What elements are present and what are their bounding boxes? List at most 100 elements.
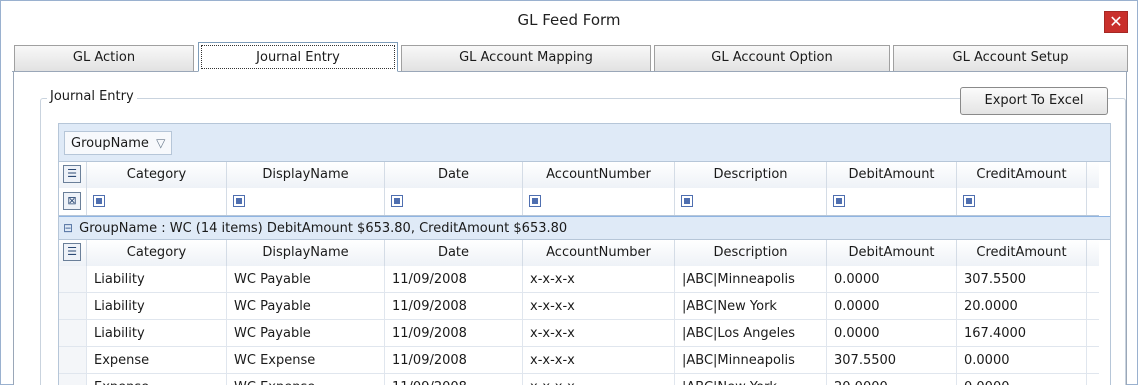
group-chip-label: GroupName xyxy=(71,136,149,151)
title-bar[interactable]: GL Feed Form ✕ xyxy=(1,1,1137,39)
cell-creditamount[interactable]: 307.5500 xyxy=(957,266,1087,292)
group-column-chooser-icon[interactable]: ☰ xyxy=(63,243,81,261)
header-date[interactable]: Date xyxy=(385,162,523,188)
header-creditamount[interactable]: CreditAmount xyxy=(957,162,1087,188)
group-header-debitamount[interactable]: DebitAmount xyxy=(827,240,957,266)
filter-accountnumber[interactable] xyxy=(523,188,675,215)
filter-operator-icon[interactable] xyxy=(391,195,403,207)
header-debitamount[interactable]: DebitAmount xyxy=(827,162,957,188)
table-row[interactable]: Liability WC Payable 11/09/2008 x-x-x-x … xyxy=(59,320,1099,347)
group-header-accountnumber[interactable]: AccountNumber xyxy=(523,240,675,266)
cell-description[interactable]: |ABC|Minneapolis xyxy=(675,266,827,292)
cell-description[interactable]: |ABC|New York xyxy=(675,374,827,385)
cell-accountnumber[interactable]: x-x-x-x xyxy=(523,347,675,373)
group-by-chip-groupname[interactable]: GroupName ▽ xyxy=(64,131,173,155)
cell-displayname[interactable]: WC Expense xyxy=(227,374,385,385)
cell-date[interactable]: 11/09/2008 xyxy=(385,293,523,319)
group-header-corner: ☰ xyxy=(59,240,87,266)
filter-debitamount[interactable] xyxy=(827,188,957,215)
close-icon: ✕ xyxy=(1109,12,1123,31)
filter-operator-icon[interactable] xyxy=(529,195,541,207)
row-indicator[interactable] xyxy=(59,374,87,385)
group-header-category[interactable]: Category xyxy=(87,240,227,266)
tab-journal-entry[interactable]: Journal Entry xyxy=(198,42,398,72)
table-row[interactable]: Expense WC Expense 11/09/2008 x-x-x-x |A… xyxy=(59,374,1099,385)
cell-creditamount[interactable]: 0.0000 xyxy=(957,347,1087,373)
cell-category[interactable]: Expense xyxy=(87,347,227,373)
filter-operator-icon[interactable] xyxy=(963,195,975,207)
cell-description[interactable]: |ABC|Minneapolis xyxy=(675,347,827,373)
cell-category[interactable]: Expense xyxy=(87,374,227,385)
table-row[interactable]: Expense WC Expense 11/09/2008 x-x-x-x |A… xyxy=(59,347,1099,374)
cell-date[interactable]: 11/09/2008 xyxy=(385,266,523,292)
cell-displayname[interactable]: WC Payable xyxy=(227,293,385,319)
column-header-row: ☰ Category DisplayName Date AccountNumbe… xyxy=(59,162,1099,188)
tab-strip: GL Action Journal Entry GL Account Mappi… xyxy=(12,42,1128,72)
row-indicator[interactable] xyxy=(59,347,87,373)
group-header-creditamount[interactable]: CreditAmount xyxy=(957,240,1087,266)
filter-funnel-icon[interactable]: ▽ xyxy=(156,136,165,150)
gl-feed-form-window: GL Feed Form ✕ GL Action Journal Entry G… xyxy=(0,0,1138,385)
cell-description[interactable]: |ABC|New York xyxy=(675,293,827,319)
cell-accountnumber[interactable]: x-x-x-x xyxy=(523,293,675,319)
cell-creditamount[interactable]: 167.4000 xyxy=(957,320,1087,346)
filter-row: ⊠ xyxy=(59,188,1099,216)
cell-category[interactable]: Liability xyxy=(87,266,227,292)
filter-creditamount[interactable] xyxy=(957,188,1087,215)
cell-debitamount[interactable]: 0.0000 xyxy=(827,266,957,292)
cell-date[interactable]: 11/09/2008 xyxy=(385,347,523,373)
close-button[interactable]: ✕ xyxy=(1104,11,1128,33)
filter-operator-icon[interactable] xyxy=(93,195,105,207)
filter-description[interactable] xyxy=(675,188,827,215)
header-displayname[interactable]: DisplayName xyxy=(227,162,385,188)
tab-gl-account-setup[interactable]: GL Account Setup xyxy=(893,45,1128,71)
header-category[interactable]: Category xyxy=(87,162,227,188)
export-to-excel-button[interactable]: Export To Excel xyxy=(960,87,1108,115)
cell-displayname[interactable]: WC Expense xyxy=(227,347,385,373)
group-row-wc[interactable]: ⊟ GroupName : WC (14 items) DebitAmount … xyxy=(59,216,1110,240)
filter-category[interactable] xyxy=(87,188,227,215)
filter-operator-icon[interactable] xyxy=(233,195,245,207)
clear-filter-icon[interactable]: ⊠ xyxy=(63,192,81,210)
cell-category[interactable]: Liability xyxy=(87,320,227,346)
cell-category[interactable]: Liability xyxy=(87,293,227,319)
row-indicator[interactable] xyxy=(59,293,87,319)
row-indicator[interactable] xyxy=(59,320,87,346)
cell-displayname[interactable]: WC Payable xyxy=(227,266,385,292)
filter-date[interactable] xyxy=(385,188,523,215)
filter-displayname[interactable] xyxy=(227,188,385,215)
group-column-header-row: ☰ Category DisplayName Date AccountNumbe… xyxy=(59,240,1099,266)
tab-gl-action[interactable]: GL Action xyxy=(14,45,194,71)
cell-displayname[interactable]: WC Payable xyxy=(227,320,385,346)
cell-description[interactable]: |ABC|Los Angeles xyxy=(675,320,827,346)
cell-debitamount[interactable]: 307.5500 xyxy=(827,347,957,373)
collapse-group-icon[interactable]: ⊟ xyxy=(63,217,75,239)
filter-operator-icon[interactable] xyxy=(833,195,845,207)
table-row[interactable]: Liability WC Payable 11/09/2008 x-x-x-x … xyxy=(59,293,1099,320)
header-description[interactable]: Description xyxy=(675,162,827,188)
cell-debitamount[interactable]: 0.0000 xyxy=(827,293,957,319)
group-header-date[interactable]: Date xyxy=(385,240,523,266)
group-header-displayname[interactable]: DisplayName xyxy=(227,240,385,266)
table-row[interactable]: Liability WC Payable 11/09/2008 x-x-x-x … xyxy=(59,266,1099,293)
group-by-panel: GroupName ▽ xyxy=(59,124,1110,162)
filter-operator-icon[interactable] xyxy=(681,195,693,207)
cell-accountnumber[interactable]: x-x-x-x xyxy=(523,266,675,292)
cell-debitamount[interactable]: 0.0000 xyxy=(827,320,957,346)
cell-creditamount[interactable]: 0.0000 xyxy=(957,374,1087,385)
group-header-description[interactable]: Description xyxy=(675,240,827,266)
column-chooser-icon[interactable]: ☰ xyxy=(63,165,81,183)
row-indicator[interactable] xyxy=(59,266,87,292)
cell-date[interactable]: 11/09/2008 xyxy=(385,320,523,346)
cell-accountnumber[interactable]: x-x-x-x xyxy=(523,320,675,346)
cell-date[interactable]: 11/09/2008 xyxy=(385,374,523,385)
tab-content-journal-entry: Journal Entry Export To Excel GroupName … xyxy=(13,72,1127,385)
cell-accountnumber[interactable]: x-x-x-x xyxy=(523,374,675,385)
cell-creditamount[interactable]: 20.0000 xyxy=(957,293,1087,319)
filter-corner: ⊠ xyxy=(59,188,87,215)
journal-entry-grid: GroupName ▽ ☰ Category DisplayName Date … xyxy=(58,123,1111,385)
header-accountnumber[interactable]: AccountNumber xyxy=(523,162,675,188)
tab-gl-account-mapping[interactable]: GL Account Mapping xyxy=(401,45,651,71)
cell-debitamount[interactable]: 20.0000 xyxy=(827,374,957,385)
tab-gl-account-option[interactable]: GL Account Option xyxy=(654,45,890,71)
